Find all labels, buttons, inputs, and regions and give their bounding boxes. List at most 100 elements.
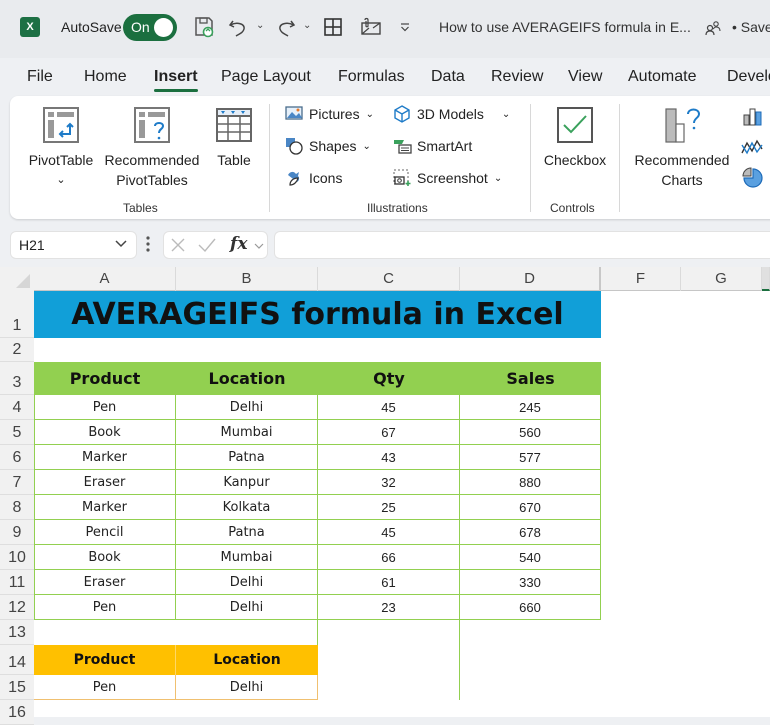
name-box[interactable]: H21 xyxy=(10,231,137,259)
row-header-11[interactable]: 11 xyxy=(0,570,34,595)
cell-qty[interactable]: 25 xyxy=(318,495,460,520)
cell-qty[interactable]: 67 xyxy=(318,420,460,445)
row-header-10[interactable]: 10 xyxy=(0,545,34,570)
pivottable-button[interactable]: PivotTable ⌄ xyxy=(26,106,96,190)
row-header-16[interactable]: 16 xyxy=(0,700,34,725)
column-chart-icon[interactable] xyxy=(742,106,764,131)
document-title[interactable]: How to use AVERAGEIFS formula in E... xyxy=(439,19,691,35)
header-product[interactable]: Product xyxy=(34,362,176,395)
insert-function-button[interactable]: fx xyxy=(230,234,247,254)
tab-view[interactable]: View xyxy=(568,68,602,86)
cell-sales[interactable]: 330 xyxy=(460,570,601,595)
tab-insert[interactable]: Insert xyxy=(154,68,198,92)
cell-product[interactable]: Book xyxy=(34,420,176,445)
cell-qty[interactable]: 43 xyxy=(318,445,460,470)
row-header-1[interactable]: 1 xyxy=(0,291,34,338)
shapes-button[interactable]: Shapes ⌄ xyxy=(285,137,371,155)
cell-product[interactable]: Book xyxy=(34,545,176,570)
cell-sales[interactable]: 245 xyxy=(460,395,601,420)
redo-icon[interactable] xyxy=(275,15,297,39)
cell-location[interactable]: Kolkata xyxy=(176,495,318,520)
screenshot-button[interactable]: Screenshot ⌄ xyxy=(393,169,502,187)
shapes-dropdown-icon[interactable]: ⌄ xyxy=(362,141,370,152)
cell-qty[interactable]: 32 xyxy=(318,470,460,495)
criteria-header-product[interactable]: Product xyxy=(34,645,176,675)
cell-qty[interactable]: 61 xyxy=(318,570,460,595)
cell-product[interactable]: Eraser xyxy=(34,570,176,595)
row-header-8[interactable]: 8 xyxy=(0,495,34,520)
row-header-15[interactable]: 15 xyxy=(0,675,34,700)
cell-product[interactable]: Pencil xyxy=(34,520,176,545)
column-header-a[interactable]: A xyxy=(34,267,176,291)
cell-sales[interactable]: 540 xyxy=(460,545,601,570)
cell-qty[interactable]: 45 xyxy=(318,520,460,545)
recommended-pivottables-button[interactable]: Recommended PivotTables xyxy=(100,106,204,190)
column-header-h[interactable] xyxy=(762,267,770,291)
cell-sales[interactable]: 560 xyxy=(460,420,601,445)
row-header-9[interactable]: 9 xyxy=(0,520,34,545)
column-header-f[interactable]: F xyxy=(601,267,681,291)
3d-models-button[interactable]: 3D Models ⌄ xyxy=(393,105,510,123)
header-qty[interactable]: Qty xyxy=(318,362,460,395)
cell-qty[interactable]: 66 xyxy=(318,545,460,570)
tab-automate[interactable]: Automate xyxy=(628,68,696,86)
tab-data[interactable]: Data xyxy=(431,68,465,86)
cell-product[interactable]: Marker xyxy=(34,495,176,520)
row-header-5[interactable]: 5 xyxy=(0,420,34,445)
pie-chart-icon[interactable] xyxy=(742,167,764,194)
tab-review[interactable]: Review xyxy=(491,68,543,86)
tab-file[interactable]: File xyxy=(27,68,53,86)
cell-product[interactable]: Marker xyxy=(34,445,176,470)
pictures-button[interactable]: Pictures ⌄ xyxy=(285,105,374,123)
pictures-dropdown-icon[interactable]: ⌄ xyxy=(366,109,374,120)
cell-location[interactable]: Mumbai xyxy=(176,545,318,570)
cell-sales[interactable]: 577 xyxy=(460,445,601,470)
fx-dropdown-icon[interactable] xyxy=(253,239,265,257)
borders-icon[interactable] xyxy=(322,15,344,39)
column-header-b[interactable]: B xyxy=(176,267,318,291)
undo-icon[interactable] xyxy=(227,15,249,39)
select-all-button[interactable] xyxy=(0,267,34,291)
row-header-4[interactable]: 4 xyxy=(0,395,34,420)
formula-bar-resize-handle[interactable] xyxy=(146,235,150,253)
cell-sales[interactable]: 678 xyxy=(460,520,601,545)
recommended-charts-button[interactable]: Recommended Charts xyxy=(627,106,737,190)
cancel-icon[interactable] xyxy=(170,237,186,258)
cell-sales[interactable]: 880 xyxy=(460,470,601,495)
screenshot-dropdown-icon[interactable]: ⌄ xyxy=(494,173,502,184)
row-header-13[interactable]: 13 xyxy=(0,620,34,645)
cell-location[interactable]: Kanpur xyxy=(176,470,318,495)
row-header-12[interactable]: 12 xyxy=(0,595,34,620)
criteria-location-value[interactable]: Delhi xyxy=(176,675,318,700)
criteria-header-location[interactable]: Location xyxy=(176,645,318,675)
formula-input[interactable] xyxy=(274,231,770,259)
pivottable-dropdown-icon[interactable]: ⌄ xyxy=(26,170,96,190)
cell-location[interactable]: Patna xyxy=(176,445,318,470)
cell-location[interactable]: Mumbai xyxy=(176,420,318,445)
row-header-7[interactable]: 7 xyxy=(0,470,34,495)
column-header-g[interactable]: G xyxy=(681,267,762,291)
row-header-2[interactable]: 2 xyxy=(0,338,34,362)
tab-formulas[interactable]: Formulas xyxy=(338,68,405,86)
icons-button[interactable]: Icons xyxy=(285,169,342,187)
customize-qat-icon[interactable] xyxy=(398,15,412,39)
cell-location[interactable]: Delhi xyxy=(176,595,318,620)
name-box-dropdown-icon[interactable] xyxy=(114,236,128,253)
cell-sales[interactable]: 660 xyxy=(460,595,601,620)
row-header-14[interactable]: 14 xyxy=(0,645,34,675)
tab-page-layout[interactable]: Page Layout xyxy=(221,68,311,86)
title-cell[interactable]: AVERAGEIFS formula in Excel xyxy=(34,291,601,338)
cell-product[interactable]: Pen xyxy=(34,395,176,420)
cell-location[interactable]: Delhi xyxy=(176,570,318,595)
enter-check-icon[interactable] xyxy=(198,237,216,258)
3d-models-dropdown-icon[interactable]: ⌄ xyxy=(502,109,510,120)
people-icon[interactable] xyxy=(704,16,722,40)
line-chart-icon[interactable] xyxy=(740,137,764,162)
criteria-product-value[interactable]: Pen xyxy=(34,675,176,700)
cell-sales[interactable]: 670 xyxy=(460,495,601,520)
column-header-c[interactable]: C xyxy=(318,267,460,291)
header-location[interactable]: Location xyxy=(176,362,318,395)
cell-location[interactable]: Delhi xyxy=(176,395,318,420)
row-header-6[interactable]: 6 xyxy=(0,445,34,470)
autosave-toggle[interactable]: On xyxy=(123,14,177,41)
